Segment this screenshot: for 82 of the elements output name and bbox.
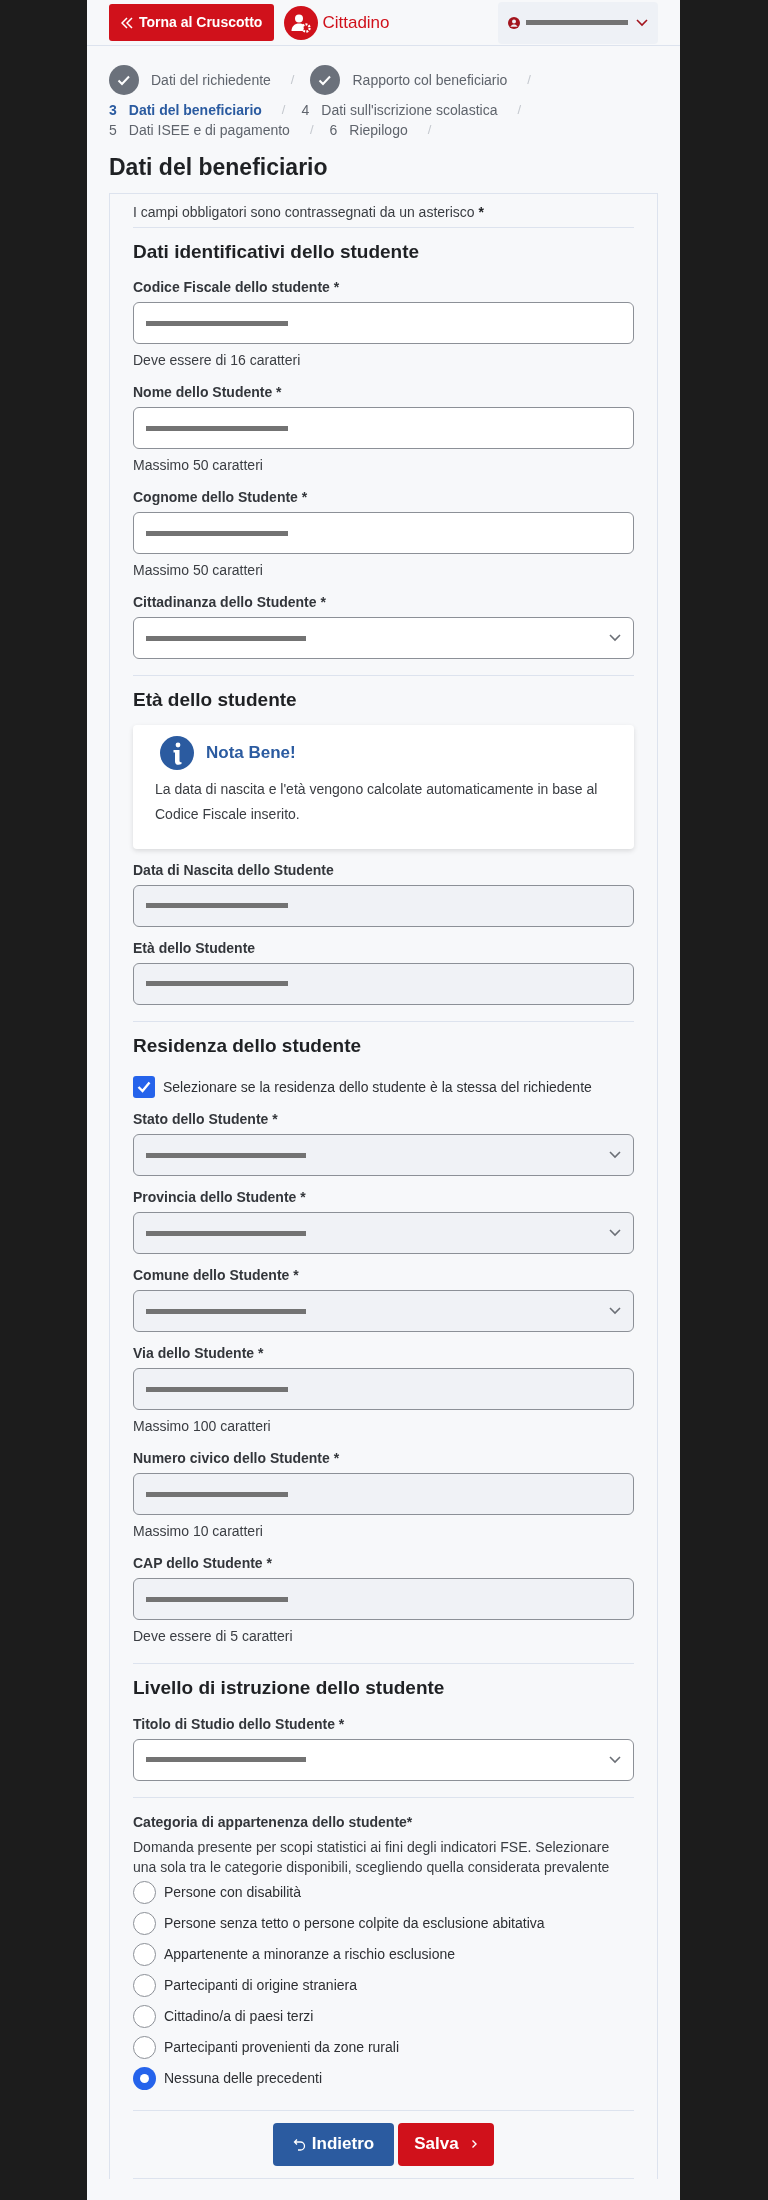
checkbox[interactable] <box>133 1076 155 1098</box>
field-label: CAP dello Studente * <box>133 1554 273 1573</box>
undo-arrow-icon <box>292 2137 306 2151</box>
field-label: Stato dello Studente * <box>133 1110 279 1129</box>
page-title: Dati del beneficiario <box>109 153 329 182</box>
field-label: Comune dello Studente * <box>133 1266 300 1285</box>
user-circle-icon <box>508 16 520 29</box>
field-label: Età dello Studente <box>133 938 257 958</box>
back-to-dashboard-button[interactable]: Torna al Cruscotto <box>109 4 275 41</box>
chevron-down-icon <box>609 1755 621 1764</box>
checkbox-label: Selezionare se la residenza dello studente è la stessa del richiedente <box>163 1077 592 1097</box>
step-separator: / <box>290 71 295 90</box>
radio-label: Persone senza tetto o persone colpite da esclusione abitativa <box>164 1913 545 1933</box>
group-label: Categoria di appartenenza dello studente* <box>133 1812 414 1832</box>
radio-label: Partecipanti di origine straniera <box>164 1975 357 1995</box>
chevron-right-icon <box>470 2139 478 2149</box>
radio-button[interactable] <box>133 1911 156 1935</box>
role-label: Cittadino <box>322 11 390 34</box>
field-label: Codice Fiscale dello studente * <box>133 278 341 297</box>
field-hint: Massimo 50 caratteri <box>133 456 264 475</box>
section-heading: Residenza dello studente <box>133 1033 363 1058</box>
field-hint: Massimo 100 caratteri <box>133 1417 272 1436</box>
chevron-down-icon <box>609 1307 621 1315</box>
chevron-down-icon <box>609 634 621 642</box>
step-separator: / <box>427 121 432 140</box>
step-separator: / <box>281 101 286 120</box>
field-label: Cognome dello Studente * <box>133 488 309 507</box>
radio-button[interactable] <box>133 2004 156 2028</box>
step-link[interactable]: 3 Dati del beneficiario <box>109 100 262 120</box>
save-button[interactable]: Salva <box>398 2122 494 2166</box>
radio-label: Nessuna delle precedenti <box>164 2068 322 2088</box>
back-button[interactable]: Indietro <box>273 2122 394 2166</box>
step-link[interactable]: Rapporto col beneficiario <box>310 60 508 100</box>
radio-button[interactable] <box>133 2035 156 2059</box>
field-label: Cittadinanza dello Studente * <box>133 593 327 612</box>
field-label: Via dello Studente * <box>133 1344 265 1363</box>
field-label: Numero civico dello Studente * <box>133 1449 341 1468</box>
check-circle-icon <box>310 65 341 95</box>
group-description: Domanda presente per scopi statistici ai fini degli indicatori FSE. Selezionare una sola tra le categorie disponibili, scegliendo quella considerata prevalente <box>133 1837 611 1877</box>
radio-label: Appartenente a minoranze a rischio esclusione <box>164 1944 456 1964</box>
double-chevron-left-icon <box>121 16 133 29</box>
radio-label: Partecipanti provenienti da zone rurali <box>164 2037 400 2057</box>
field-hint: Massimo 50 caratteri <box>133 561 264 580</box>
dropdown-field[interactable] <box>133 1738 634 1781</box>
section-heading: Dati identificativi dello studente <box>133 239 421 264</box>
chevron-down-icon <box>609 1229 621 1237</box>
radio-button[interactable] <box>133 1942 156 1966</box>
user-menu[interactable] <box>498 1 658 44</box>
field-hint: Massimo 10 caratteri <box>133 1522 264 1541</box>
chevron-down-icon <box>609 1151 621 1159</box>
step-link[interactable]: Dati del richiedente <box>109 60 271 100</box>
info-icon <box>160 734 194 771</box>
section-heading: Livello di istruzione dello studente <box>133 1676 446 1700</box>
section-heading: Età dello studente <box>133 688 298 712</box>
input-field[interactable] <box>133 302 634 344</box>
field-hint: Deve essere di 5 caratteri <box>133 1627 294 1646</box>
field-label: Data di Nascita dello Studente <box>133 860 335 880</box>
step-separator: / <box>309 121 314 140</box>
step-link[interactable]: 5 Dati ISEE e di pagamento <box>109 120 290 140</box>
step-separator: / <box>517 101 522 120</box>
step-link[interactable]: 6 Riepilogo <box>329 120 408 140</box>
radio-button[interactable] <box>133 1973 156 1997</box>
field-hint: Deve essere di 16 caratteri <box>133 351 302 370</box>
field-label: Titolo di Studio dello Studente * <box>133 1714 346 1734</box>
check-circle-icon <box>109 65 139 95</box>
user-gear-icon <box>284 5 319 40</box>
radio-button[interactable] <box>133 1880 156 1904</box>
dropdown-field[interactable] <box>133 617 634 659</box>
chevron-down-icon <box>636 18 648 27</box>
field-label: Nome dello Studente * <box>133 383 283 402</box>
input-field[interactable] <box>133 407 634 449</box>
radio-label: Cittadino/a di paesi terzi <box>164 2006 314 2026</box>
checkmark-icon <box>137 1081 151 1093</box>
radio-button[interactable] <box>133 2066 156 2090</box>
step-link[interactable]: 4 Dati sull'iscrizione scolastica <box>301 100 498 120</box>
note-text: La data di nascita e l'età vengono calcolate automaticamente in base al Codice Fiscale inserito. <box>155 779 599 824</box>
field-label: Provincia dello Studente * <box>133 1188 307 1207</box>
required-note: I campi obbligatori sono contrassegnati da un asterisco * <box>133 201 634 228</box>
input-field[interactable] <box>133 512 634 554</box>
note-title: Nota Bene! <box>206 741 296 764</box>
radio-label: Persone con disabilità <box>164 1882 301 1902</box>
step-separator: / <box>527 71 531 90</box>
